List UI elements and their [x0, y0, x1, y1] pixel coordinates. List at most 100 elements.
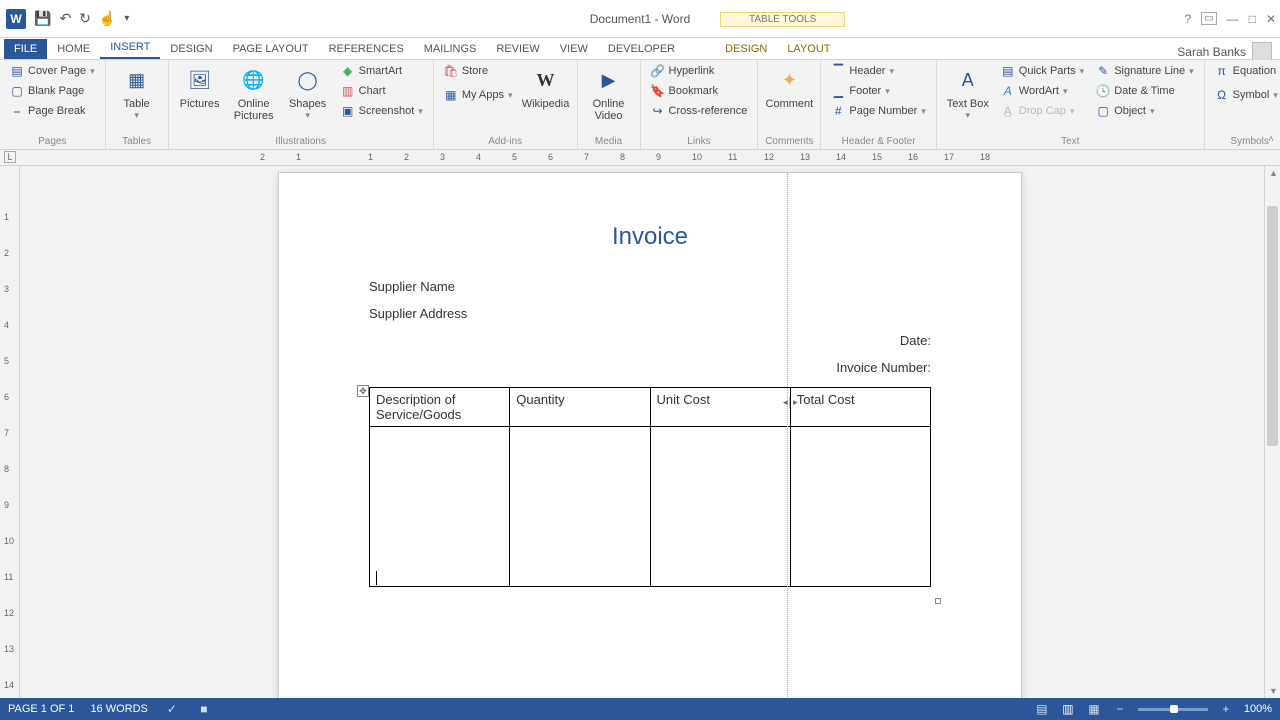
bookmark-button[interactable]: 🔖Bookmark — [647, 82, 752, 100]
table-move-handle-icon[interactable]: ✥ — [357, 385, 369, 397]
textbox-icon: A — [954, 66, 982, 94]
page[interactable]: Invoice Supplier Name Supplier Address D… — [278, 172, 1022, 698]
hyperlink-button[interactable]: 🔗Hyperlink — [647, 62, 752, 80]
my-apps-button[interactable]: ▦My Apps▾ — [440, 86, 517, 104]
tab-view[interactable]: VIEW — [550, 39, 598, 59]
smartart-button[interactable]: ◆SmartArt — [337, 62, 427, 80]
ribbon-options-icon[interactable]: ▭ — [1201, 12, 1216, 25]
blank-page-button[interactable]: ▢Blank Page — [6, 82, 99, 100]
vertical-scrollbar[interactable]: ▲ ▼ — [1264, 166, 1280, 698]
collapse-ribbon-icon[interactable]: ˄ — [1268, 134, 1274, 145]
ruler-horizontal[interactable]: L 21123456789101112131415161718 — [0, 150, 1280, 166]
equation-button[interactable]: πEquation▾ — [1211, 62, 1280, 80]
tab-insert[interactable]: INSERT — [100, 37, 160, 59]
page-indicator[interactable]: PAGE 1 OF 1 — [8, 703, 74, 715]
zoom-thumb[interactable] — [1170, 705, 1178, 713]
table-body-row[interactable] — [370, 427, 931, 587]
comment-button[interactable]: ✦Comment — [764, 62, 814, 110]
cell-total-cost[interactable] — [790, 427, 930, 587]
wikipedia-button[interactable]: WWikipedia — [521, 62, 571, 110]
quick-parts-button[interactable]: ▤Quick Parts▾ — [997, 62, 1088, 80]
cover-page-button[interactable]: ▤Cover Page▾ — [6, 62, 99, 80]
table-button[interactable]: ▦Table▾ — [112, 62, 162, 121]
supplier-address[interactable]: Supplier Address — [369, 306, 931, 321]
user-account[interactable]: Sarah Banks — [1177, 42, 1272, 62]
tab-references[interactable]: REFERENCES — [319, 39, 414, 59]
page-break-button[interactable]: ⎯Page Break — [6, 102, 99, 120]
table-header-row[interactable]: Description of Service/Goods Quantity Un… — [370, 388, 931, 427]
group-addins: 🛍Store ▦My Apps▾ WWikipedia Add-ins — [434, 60, 578, 149]
undo-icon[interactable]: ↶ — [59, 10, 71, 27]
ruler-vertical[interactable]: 1234567891011121314 — [0, 166, 20, 698]
supplier-name[interactable]: Supplier Name — [369, 279, 931, 294]
tab-review[interactable]: REVIEW — [486, 39, 549, 59]
online-video-button[interactable]: ▶Online Video — [584, 62, 634, 122]
th-unit-cost[interactable]: Unit Cost — [650, 388, 790, 427]
tab-file[interactable]: FILE — [4, 39, 47, 59]
print-layout-icon[interactable]: ▥ — [1060, 702, 1076, 716]
drop-cap-button[interactable]: A̲Drop Cap▾ — [997, 102, 1088, 120]
cell-description[interactable] — [370, 427, 510, 587]
tab-home[interactable]: HOME — [47, 39, 100, 59]
tab-selector-icon[interactable]: L — [4, 151, 16, 163]
signature-line-button[interactable]: ✎Signature Line▾ — [1092, 62, 1197, 80]
cell-unit-cost[interactable] — [650, 427, 790, 587]
save-icon[interactable]: 💾 — [34, 10, 51, 27]
invoice-title[interactable]: Invoice — [369, 223, 931, 251]
column-resize-icon[interactable]: ◂│▸ — [783, 397, 798, 408]
zoom-in-icon[interactable]: + — [1218, 702, 1234, 716]
sigline-icon: ✎ — [1096, 64, 1110, 78]
table-resize-handle-icon[interactable] — [935, 598, 941, 604]
tab-design[interactable]: DESIGN — [160, 39, 222, 59]
touch-mode-icon[interactable]: ☝ — [99, 10, 116, 27]
scrollbar-thumb[interactable] — [1267, 206, 1278, 446]
read-mode-icon[interactable]: ▤ — [1034, 702, 1050, 716]
symbol-button[interactable]: ΩSymbol▾ — [1211, 86, 1280, 104]
close-icon[interactable]: ✕ — [1266, 12, 1276, 26]
cross-reference-button[interactable]: ↪Cross-reference — [647, 102, 752, 120]
ribbon-tabs: FILE HOME INSERT DESIGN PAGE LAYOUT REFE… — [0, 38, 1280, 60]
word-count[interactable]: 16 WORDS — [90, 703, 147, 715]
tab-table-design[interactable]: DESIGN — [715, 39, 777, 59]
th-quantity[interactable]: Quantity — [510, 388, 650, 427]
footer-button[interactable]: ▁Footer▾ — [827, 82, 929, 100]
macro-recording-icon[interactable]: ■ — [196, 702, 212, 716]
date-label[interactable]: Date: — [369, 333, 931, 348]
page-number-button[interactable]: #Page Number▾ — [827, 102, 929, 120]
header-button[interactable]: ▔Header▾ — [827, 62, 929, 80]
tab-table-layout[interactable]: LAYOUT — [777, 39, 840, 59]
zoom-out-icon[interactable]: − — [1112, 702, 1128, 716]
cell-quantity[interactable] — [510, 427, 650, 587]
text-box-button[interactable]: AText Box▾ — [943, 62, 993, 121]
zoom-slider[interactable] — [1138, 708, 1208, 711]
invoice-table[interactable]: Description of Service/Goods Quantity Un… — [369, 387, 931, 587]
scroll-up-icon[interactable]: ▲ — [1269, 168, 1278, 178]
store-button[interactable]: 🛍Store — [440, 62, 517, 80]
tab-page-layout[interactable]: PAGE LAYOUT — [223, 39, 319, 59]
redo-icon[interactable]: ↻ — [79, 10, 91, 27]
help-icon[interactable]: ? — [1185, 12, 1192, 26]
ribbon: ▤Cover Page▾ ▢Blank Page ⎯Page Break Pag… — [0, 60, 1280, 150]
spellcheck-icon[interactable]: ✓ — [164, 702, 180, 716]
th-total-cost[interactable]: Total Cost — [790, 388, 930, 427]
object-button[interactable]: ▢Object▾ — [1092, 102, 1197, 120]
screenshot-button[interactable]: ▣Screenshot▾ — [337, 102, 427, 120]
pictures-button[interactable]: 🖼Pictures — [175, 62, 225, 110]
shapes-button[interactable]: ◯Shapes▾ — [283, 62, 333, 121]
web-layout-icon[interactable]: ▦ — [1086, 702, 1102, 716]
wordart-button[interactable]: AWordArt▾ — [997, 82, 1088, 100]
tab-mailings[interactable]: MAILINGS — [414, 39, 487, 59]
ruler-tick: 4 — [4, 320, 9, 330]
th-description[interactable]: Description of Service/Goods — [370, 388, 510, 427]
chart-button[interactable]: ▥Chart — [337, 82, 427, 100]
tab-developer[interactable]: DEVELOPER — [598, 39, 685, 59]
date-time-button[interactable]: 🕓Date & Time — [1092, 82, 1197, 100]
minimize-icon[interactable]: — — [1227, 12, 1239, 26]
maximize-icon[interactable]: □ — [1249, 12, 1256, 26]
scroll-down-icon[interactable]: ▼ — [1269, 686, 1278, 696]
zoom-level[interactable]: 100% — [1244, 703, 1272, 715]
qat-customize-icon[interactable]: ▾ — [124, 13, 129, 24]
invoice-number-label[interactable]: Invoice Number: — [369, 360, 931, 375]
online-pictures-button[interactable]: 🌐Online Pictures — [229, 62, 279, 122]
page-scroll[interactable]: Invoice Supplier Name Supplier Address D… — [20, 166, 1280, 698]
